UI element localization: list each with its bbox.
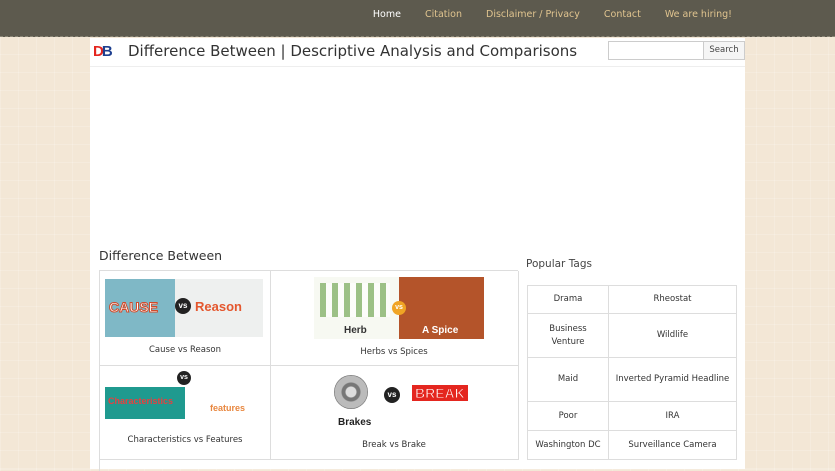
vs-icon: vs xyxy=(392,301,406,315)
tag-link[interactable]: Maid xyxy=(527,357,609,402)
article-card-break-brake[interactable]: Brakes vs BREAK Break vs Brake xyxy=(270,365,519,460)
thumb-right-text: Reason xyxy=(195,299,242,314)
nav-hiring-link[interactable]: We are hiring! xyxy=(665,9,732,20)
article-caption[interactable]: Break vs Brake xyxy=(270,440,518,450)
brake-disc-icon xyxy=(334,375,368,409)
nav-home-link[interactable]: Home xyxy=(373,9,401,20)
article-card-cause-reason[interactable]: CAUSE vs Reason Cause vs Reason xyxy=(100,271,271,366)
logo-d: D xyxy=(93,43,104,60)
tag-link[interactable]: Rheostat xyxy=(608,285,737,314)
nav-contact-link[interactable]: Contact xyxy=(604,9,641,20)
thumb-right-text: features xyxy=(210,403,246,413)
popular-tags-title: Popular Tags xyxy=(526,258,592,270)
article-caption[interactable]: Characteristics vs Features xyxy=(100,435,270,445)
article-caption[interactable]: Herbs vs Spices xyxy=(270,347,518,357)
site-title[interactable]: Difference Between | Descriptive Analysi… xyxy=(128,42,577,60)
thumb-right-text: BREAK xyxy=(412,385,468,402)
vs-icon: vs xyxy=(384,387,400,403)
article-card-characteristics-features[interactable]: Characteristics vs features Characterist… xyxy=(100,365,271,460)
vs-icon: vs xyxy=(177,371,191,385)
tag-link[interactable]: Inverted Pyramid Headline xyxy=(608,357,737,402)
herbs-icon xyxy=(320,283,390,317)
site-logo[interactable]: DB xyxy=(93,43,118,60)
article-caption[interactable]: Cause vs Reason xyxy=(100,345,270,355)
tag-link[interactable]: Drama xyxy=(527,285,609,314)
tag-link[interactable]: Business Venture xyxy=(527,313,609,358)
thumb-right-text: A Spice xyxy=(422,325,459,336)
section-title: Difference Between xyxy=(99,248,223,263)
article-thumbnail[interactable]: CAUSE vs Reason xyxy=(105,279,263,337)
article-thumbnail[interactable]: Herb vs A Spice xyxy=(314,277,484,339)
search-button[interactable]: Search xyxy=(703,41,745,60)
tag-link[interactable]: Poor xyxy=(527,401,609,431)
tag-link[interactable]: Wildlife xyxy=(608,313,737,358)
thumb-left-text: Herb xyxy=(344,325,367,336)
tag-link[interactable]: Surveillance Camera xyxy=(608,430,737,460)
tag-link[interactable]: Washington DC xyxy=(527,430,609,460)
logo-b: B xyxy=(101,43,113,60)
thumb-left-text: CAUSE xyxy=(108,299,159,316)
top-nav: Home Citation Disclaimer / Privacy Conta… xyxy=(349,9,732,20)
article-thumbnail[interactable]: Characteristics vs features xyxy=(105,371,263,429)
thumb-left-text: Brakes xyxy=(338,417,372,428)
vs-icon: vs xyxy=(175,298,191,314)
thumb-left-text: Characteristics xyxy=(108,396,174,406)
nav-citation-link[interactable]: Citation xyxy=(425,9,462,20)
nav-disclaimer-link[interactable]: Disclaimer / Privacy xyxy=(486,9,580,20)
top-navigation-bar: Home Citation Disclaimer / Privacy Conta… xyxy=(0,0,835,37)
tag-link[interactable]: IRA xyxy=(608,401,737,431)
content-panel: DB Difference Between | Descriptive Anal… xyxy=(90,38,745,471)
site-header: DB Difference Between | Descriptive Anal… xyxy=(90,38,745,67)
articles-grid: CAUSE vs Reason Cause vs Reason Herb vs … xyxy=(99,270,519,471)
popular-tags-table: Drama Rheostat Business Venture Wildlife… xyxy=(527,285,737,460)
search-input[interactable] xyxy=(608,41,704,60)
article-thumbnail[interactable]: Brakes vs BREAK xyxy=(328,371,478,433)
article-card-herbs-spices[interactable]: Herb vs A Spice Herbs vs Spices xyxy=(270,271,519,366)
